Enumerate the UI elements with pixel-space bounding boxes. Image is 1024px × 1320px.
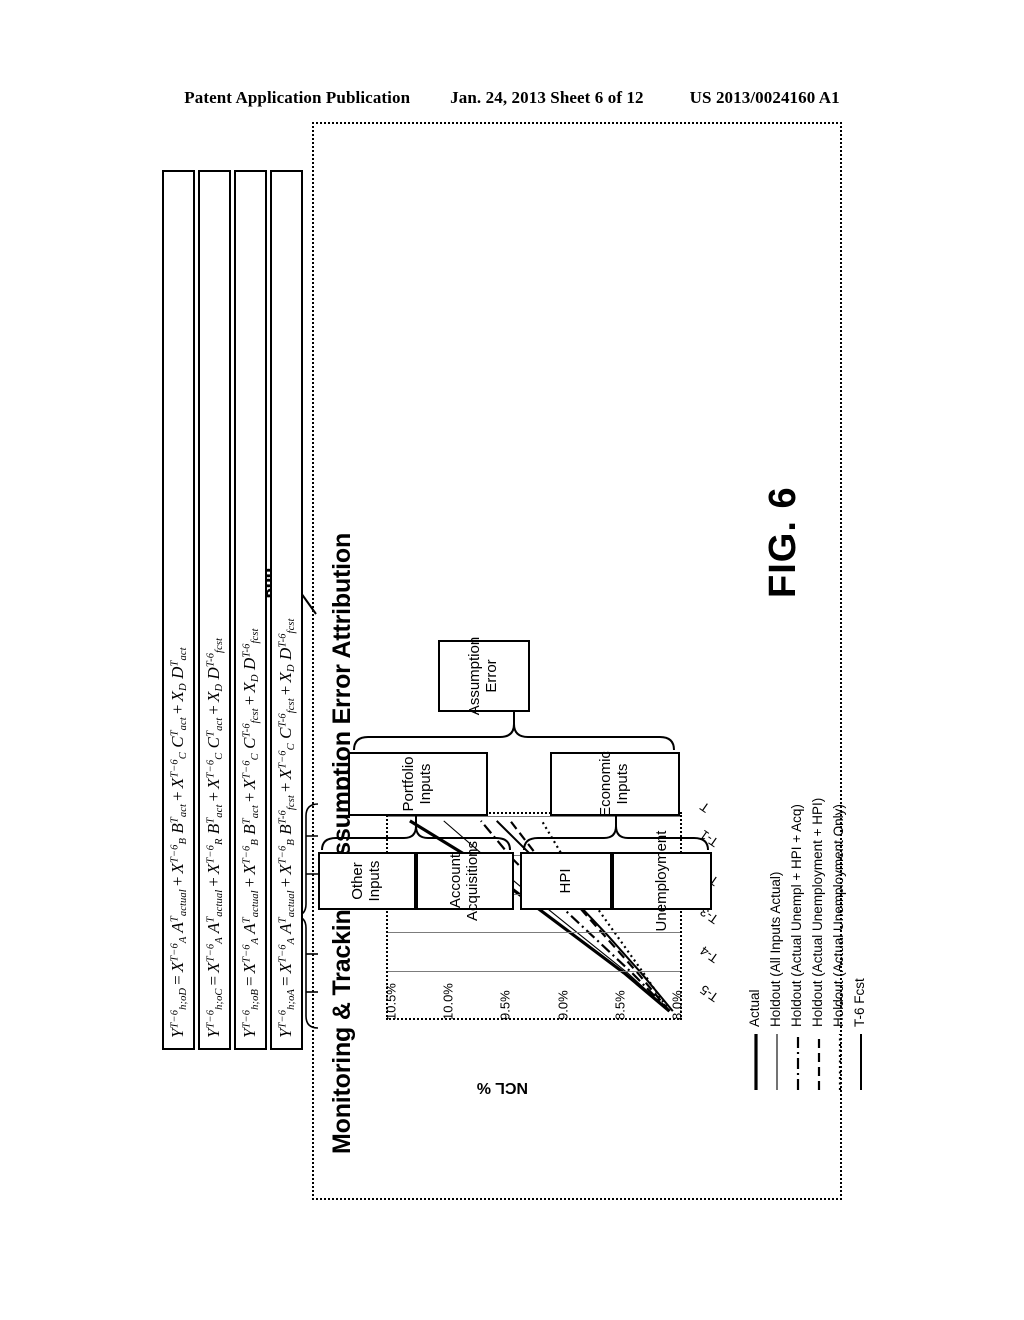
legend-label: Holdout (All Inputs Actual) (768, 871, 783, 1027)
formula-expression: YT−6h;oC=XT−6A ATactual+XT−6R BTact+XT−6… (204, 637, 225, 1038)
brace-portfolio (321, 816, 511, 851)
legend-label: Holdout (Actual Unemployment Only) (831, 804, 846, 1027)
chart-gridline (388, 971, 680, 973)
flow-leaf-unemployment: Unemployment (612, 831, 712, 931)
legend-label: Actual (747, 989, 762, 1027)
legend-label: T-6 Fcst (852, 978, 867, 1027)
formula-expression: YT−6h;oD=XT−6A ATactual+XT−6B BTact+XT−6… (168, 647, 189, 1038)
x-axis-tick-label: T-4 (697, 943, 722, 967)
assumption-error-flowchart: Other Inputs Account Acquisitions HPI Un… (318, 480, 718, 931)
legend-swatch (812, 1034, 824, 1090)
flow-group-economic-inputs: Economic Inputs (550, 751, 680, 817)
y-axis-title: NCL % (476, 1079, 528, 1096)
legend-swatch (749, 1034, 761, 1090)
formula-row: YT−6h;oB=XT−6A ATactual+XT−6B BTact+XT−6… (234, 170, 267, 1050)
legend-item: Actual (744, 530, 765, 1090)
flow-leaf-account-acquisitions: Account Acquisitions (416, 841, 514, 921)
figure-canvas: 600 FIG. 6 Monitoring & Tracking - Assum… (132, 110, 892, 1210)
formula-expression: YT−6h;oB=XT−6A ATactual+XT−6B BTact+XT−6… (240, 628, 261, 1038)
legend-swatch (791, 1034, 803, 1090)
formula-stack: YT−6h;oD=XT−6A ATactual+XT−6B BTact+XT−6… (162, 170, 312, 1050)
legend-label: Holdout (Actual Unempl + HPI + Acq) (789, 804, 804, 1027)
brace-economic (523, 816, 709, 851)
x-axis-tick-label: T-5 (697, 982, 722, 1006)
legend-swatch (854, 1034, 866, 1090)
legend-item: Holdout (Actual Unempl + HPI + Acq) (786, 530, 807, 1090)
formula-row: YT−6h;oC=XT−6A ATactual+XT−6R BTact+XT−6… (198, 170, 231, 1050)
chart-gridline (388, 932, 680, 934)
formula-expression: YT−6h;oA=XT−6A ATactual+XT−6B BT-6fcst+X… (276, 618, 297, 1038)
legend-label: Holdout (Actual Unemployment + HPI) (810, 797, 825, 1027)
flow-leaf-hpi: HPI (520, 852, 612, 910)
flow-leaf-other-inputs: Other Inputs (318, 852, 416, 910)
legend-swatch (833, 1034, 845, 1090)
legend-swatch (770, 1034, 782, 1090)
legend-item: Holdout (All Inputs Actual) (765, 530, 786, 1090)
brace-assumption-error (353, 712, 675, 751)
legend-item: Holdout (Actual Unemployment + HPI) (807, 530, 828, 1090)
chart-legend: Actual Holdout (All Inputs Actual) Holdout… (744, 530, 870, 1090)
figure-rotation-wrapper: 600 FIG. 6 Monitoring & Tracking - Assum… (0, 0, 1024, 1320)
formula-row: YT−6h;oD=XT−6A ATactual+XT−6B BTact+XT−6… (162, 170, 195, 1050)
legend-item: Holdout (Actual Unemployment Only) (828, 530, 849, 1090)
flow-root-assumption-error: Assumption Error (438, 637, 530, 715)
flow-group-portfolio-inputs: Portfolio Inputs (348, 752, 488, 816)
legend-item: T-6 Fcst (849, 530, 870, 1090)
formula-row: YT−6h;oA=XT−6A ATactual+XT−6B BT-6fcst+X… (270, 170, 303, 1050)
